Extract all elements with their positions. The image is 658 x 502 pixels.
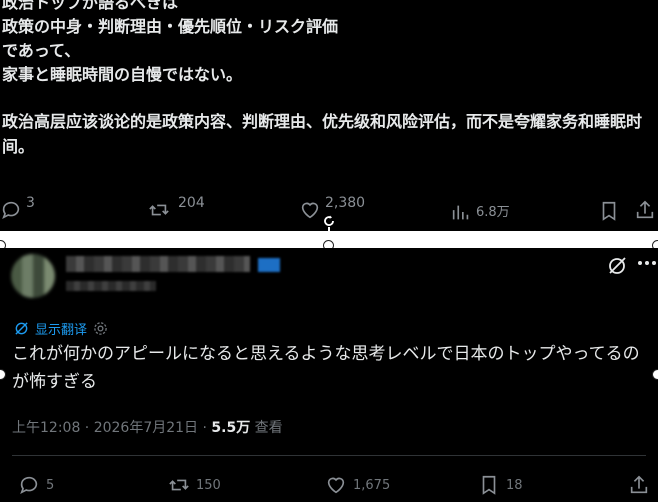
- repost-icon: [149, 204, 169, 216]
- like-icon: [301, 202, 319, 219]
- repost-button[interactable]: 204: [148, 195, 205, 221]
- reply-button[interactable]: 3: [0, 195, 35, 221]
- like-icon: [327, 477, 345, 494]
- translate-link[interactable]: 显示翻译: [35, 319, 87, 338]
- translate-row[interactable]: 显示翻译: [14, 319, 108, 338]
- bookmark-button[interactable]: 18: [478, 474, 523, 496]
- top-tweet-line: であって、: [2, 41, 81, 60]
- metadata-divider: [12, 455, 646, 456]
- blurred-verified-badge: [258, 258, 280, 272]
- tweet-views-label: 查看: [250, 420, 283, 436]
- reply-tweet-text: これが何かのアピールになると思えるような思考レベルで日本のトップやってるのが怖す…: [12, 344, 640, 392]
- views-icon: [452, 205, 469, 220]
- tweet-timestamp[interactable]: 上午12:08 · 2026年7月21日 ·: [12, 420, 211, 436]
- top-tweet-line: 政策の中身・判断理由・優先順位・リスク評価: [2, 17, 339, 36]
- reply-count: 3: [26, 195, 35, 211]
- share-icon: [630, 475, 648, 494]
- reply-button[interactable]: 5: [18, 474, 54, 496]
- reply-count: 5: [46, 477, 55, 493]
- like-count: 1,675: [353, 477, 391, 493]
- top-tweet-line: 政治トップが語るべきは: [2, 0, 179, 12]
- bookmark-icon: [602, 201, 616, 221]
- top-tweet: 政治トップが語るべきは 政策の中身・判断理由・優先順位・リスク評価 であって、 …: [0, 0, 658, 231]
- reply-tweet: 显示翻译 これが何かのアピールになると思えるような思考レベルで日本のトップやって…: [0, 248, 658, 502]
- views-button[interactable]: 6.8万: [450, 201, 510, 223]
- blurred-display-name: [66, 256, 250, 272]
- repost-icon: [169, 479, 189, 491]
- more-icon[interactable]: [638, 261, 656, 265]
- views-count: 6.8万: [476, 205, 510, 220]
- bookmark-icon: [482, 475, 496, 495]
- like-button[interactable]: 1,675: [325, 474, 390, 496]
- bookmark-button[interactable]: [598, 200, 620, 222]
- share-icon: [636, 200, 654, 219]
- tweet-metadata: 上午12:08 · 2026年7月21日 · 5.5万 查看: [12, 417, 283, 437]
- top-tweet-chinese-text: 政治高层应该谈论的是政策内容、判断理由、优先级和风险评估，而不是夸耀家务和睡眠时…: [2, 112, 643, 156]
- like-count: 2,380: [325, 195, 366, 211]
- reply-tweet-action-bar: 5 150 1,675 18: [0, 474, 658, 502]
- repost-count: 150: [196, 477, 221, 493]
- translate-icon: [15, 322, 28, 335]
- rotate-handle[interactable]: [322, 213, 336, 227]
- top-tweet-line: 家事と睡眠時間の自慢ではない。: [2, 65, 243, 84]
- avatar[interactable]: [11, 254, 55, 298]
- repost-count: 204: [178, 195, 205, 211]
- gear-icon[interactable]: [93, 321, 108, 336]
- bookmark-count: 18: [506, 477, 523, 493]
- share-button[interactable]: [628, 474, 650, 496]
- repost-button[interactable]: 150: [168, 474, 221, 496]
- blurred-username: [66, 281, 156, 291]
- top-tweet-japanese-text: 政治トップが語るべきは 政策の中身・判断理由・優先順位・リスク評価 であって、 …: [2, 0, 338, 87]
- share-button[interactable]: [634, 199, 656, 221]
- reply-icon: [2, 201, 20, 220]
- resize-handle-right-lower[interactable]: [652, 369, 658, 380]
- screenshot: 政治トップが語るべきは 政策の中身・判断理由・優先順位・リスク評価 であって、 …: [0, 0, 658, 502]
- tweet-views-number: 5.5万: [211, 420, 251, 436]
- reply-icon: [20, 476, 38, 495]
- grok-icon[interactable]: [606, 255, 628, 277]
- rotate-icon: [324, 215, 334, 226]
